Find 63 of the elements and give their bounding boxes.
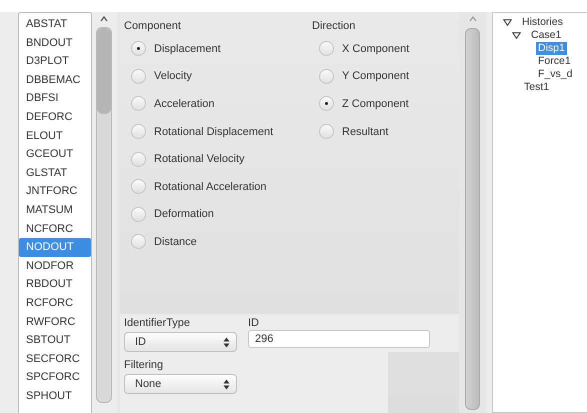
radio-label[interactable]: Distance — [154, 236, 197, 248]
radio-label[interactable]: Y Component — [342, 70, 410, 82]
list-item[interactable]: SECFORC — [19, 350, 91, 368]
spinner-arrows-icon — [223, 336, 230, 348]
list-item[interactable]: RWFORC — [19, 312, 91, 332]
identifier-type-dropdown[interactable]: ID — [124, 332, 237, 352]
list-item[interactable]: SBTOUT — [19, 331, 91, 350]
list-item[interactable]: SPCFORC — [19, 368, 91, 387]
list-item[interactable]: DBFSI — [19, 89, 91, 108]
list-item[interactable]: D3PLOT — [19, 52, 91, 71]
expanded-arrow-icon[interactable] — [512, 32, 521, 39]
list-item[interactable]: ELOUT — [19, 126, 91, 146]
list-item[interactable]: RCFORC — [19, 294, 91, 312]
radio-button[interactable] — [319, 96, 334, 112]
radio-button[interactable] — [131, 206, 146, 222]
radio-button[interactable] — [131, 124, 146, 140]
list-item[interactable]: BNDOUT — [19, 34, 91, 52]
tree-item[interactable]: Case1 — [529, 29, 564, 42]
list-item[interactable]: ABSTAT — [19, 15, 91, 34]
list-item[interactable]: GLSTAT — [19, 164, 91, 182]
list-item[interactable]: MATSUM — [19, 200, 91, 220]
radio-label[interactable]: Rotational Displacement — [154, 126, 274, 138]
id-field[interactable]: 296 — [248, 330, 430, 348]
radio-label[interactable]: Velocity — [154, 70, 192, 82]
radio-label[interactable]: Displacement — [154, 42, 221, 55]
radio-label[interactable]: Deformation — [154, 208, 214, 220]
radio-button[interactable] — [131, 152, 146, 167]
tree-item[interactable]: Force1 — [536, 55, 573, 68]
radio-button[interactable] — [319, 124, 334, 140]
list-item[interactable]: GCEOUT — [19, 145, 91, 164]
list-item[interactable]: SPHOUT — [19, 386, 91, 406]
list-item[interactable]: DEFORC — [19, 108, 91, 127]
radio-label[interactable]: Rotational Acceleration — [154, 180, 267, 193]
radio-button[interactable] — [319, 41, 334, 56]
expanded-arrow-icon[interactable] — [503, 19, 512, 26]
radio-button[interactable] — [131, 41, 146, 56]
radio-button[interactable] — [131, 96, 146, 112]
group-label: Component — [124, 19, 182, 34]
filtering-dropdown[interactable]: None — [124, 374, 237, 394]
field-label: ID — [248, 316, 260, 330]
tree-item[interactable]: Test1 — [522, 81, 552, 94]
tree-item[interactable]: Histories — [520, 16, 565, 29]
scroll-up-icon[interactable] — [100, 16, 108, 22]
list-item[interactable]: RBDOUT — [19, 275, 91, 294]
radio-button[interactable] — [131, 68, 146, 84]
radio-label[interactable]: X Component — [342, 42, 410, 55]
spinner-arrows-icon — [223, 378, 230, 390]
radio-label[interactable]: Resultant — [342, 126, 388, 138]
list-item[interactable]: NODFOR — [19, 256, 91, 276]
radio-label[interactable]: Rotational Velocity — [154, 153, 244, 166]
radio-button[interactable] — [131, 179, 146, 194]
field-label: IdentifierType — [124, 316, 192, 330]
radio-button[interactable] — [319, 68, 334, 84]
radio-label[interactable]: Acceleration — [154, 98, 215, 110]
radio-label[interactable]: Z Component — [342, 98, 409, 110]
scrollbar-thumb[interactable] — [97, 28, 111, 114]
tree-item[interactable]: F_vs_d — [536, 68, 574, 81]
field-label: Filtering — [124, 358, 164, 372]
list-item[interactable]: NCFORC — [19, 220, 91, 238]
list-item[interactable]: DBBEMAC — [19, 70, 91, 90]
group-label: Direction — [312, 19, 356, 34]
list-item[interactable]: JNTFORC — [19, 182, 91, 201]
radio-button[interactable] — [131, 234, 146, 250]
